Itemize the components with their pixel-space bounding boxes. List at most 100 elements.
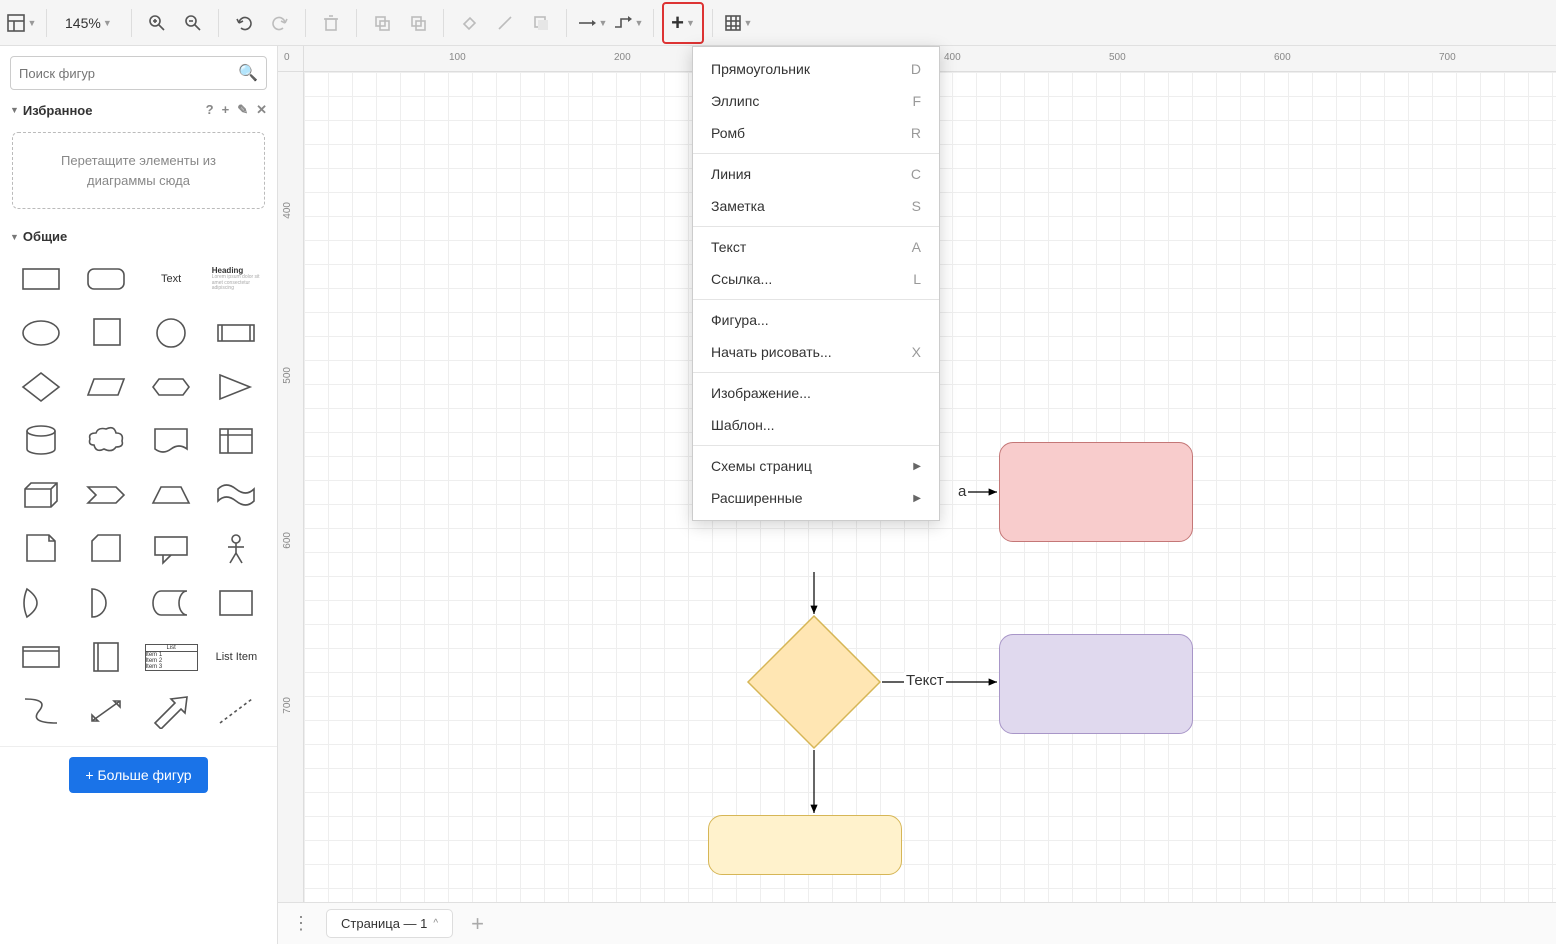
favorites-close-icon[interactable]: ✕ <box>256 102 267 118</box>
menu-item[interactable]: Схемы страниц▶ <box>693 450 939 482</box>
favorites-edit-icon[interactable]: ✎ <box>237 102 248 118</box>
shape-hexagon[interactable] <box>143 364 200 410</box>
line-color-button[interactable] <box>488 6 522 40</box>
search-icon[interactable]: 🔍 <box>238 63 258 83</box>
favorites-panel-header[interactable]: ▼ Избранное ? + ✎ ✕ <box>0 96 277 124</box>
menu-item[interactable]: ПрямоугольникD <box>693 53 939 85</box>
shape-rect[interactable] <box>12 256 69 302</box>
shape-cube[interactable] <box>12 472 69 518</box>
shape-cylinder[interactable] <box>12 418 69 464</box>
menu-item[interactable]: Ссылка...L <box>693 263 939 295</box>
menu-item[interactable]: Расширенные▶ <box>693 482 939 514</box>
shape-card[interactable] <box>77 526 134 572</box>
shape-actor[interactable] <box>208 526 265 572</box>
shape-swimlane-v[interactable] <box>77 634 134 680</box>
zoom-in-button[interactable] <box>140 6 174 40</box>
shadow-button[interactable] <box>524 6 558 40</box>
shape-cloud[interactable] <box>77 418 134 464</box>
shape-data-storage[interactable] <box>143 580 200 626</box>
list-item-label: List Item <box>216 651 258 663</box>
shape-process-rect[interactable] <box>208 310 265 356</box>
menu-shortcut: C <box>911 166 921 182</box>
ruler-tick: 500 <box>1109 52 1126 63</box>
table-button[interactable]: ▼ <box>721 6 755 40</box>
shape-search[interactable]: 🔍 <box>10 56 267 90</box>
shape-parallelogram[interactable] <box>77 364 134 410</box>
submenu-arrow-icon: ▶ <box>913 461 921 472</box>
favorites-help-icon[interactable]: ? <box>206 102 214 118</box>
shape-dashed-line[interactable] <box>208 688 265 734</box>
shape-list[interactable]: ListItem 1Item 2Item 3 <box>143 634 200 680</box>
shape-thick-arrow[interactable] <box>143 688 200 734</box>
menu-item[interactable]: ЗаметкаS <box>693 190 939 222</box>
shape-tape[interactable] <box>208 472 265 518</box>
shape-triangle[interactable] <box>208 364 265 410</box>
search-input[interactable] <box>19 66 238 81</box>
chevron-down-icon: ▼ <box>599 18 608 28</box>
shape-callout[interactable] <box>143 526 200 572</box>
menu-item-label: Ссылка... <box>711 271 772 287</box>
insert-shape-button[interactable]: + ▼ <box>666 6 700 40</box>
shape-document[interactable] <box>143 418 200 464</box>
diagram-node-yellow[interactable] <box>708 815 902 875</box>
shape-heading-text[interactable]: HeadingLorem ipsum dolor sit amet consec… <box>208 256 265 302</box>
chevron-up-icon: ^ <box>433 918 438 929</box>
shape-bidir-arrow[interactable] <box>77 688 134 734</box>
edge-label-a[interactable]: а <box>956 483 968 500</box>
shape-ellipse[interactable] <box>12 310 69 356</box>
collapse-icon: ▼ <box>10 232 19 242</box>
edge-label-text[interactable]: Текст <box>904 672 946 689</box>
menu-item[interactable]: Фигура... <box>693 304 939 336</box>
menu-item[interactable]: Шаблон... <box>693 409 939 441</box>
shape-step[interactable] <box>77 472 134 518</box>
shape-circle[interactable] <box>143 310 200 356</box>
shape-diamond[interactable] <box>12 364 69 410</box>
menu-item[interactable]: ЭллипсF <box>693 85 939 117</box>
zoom-out-button[interactable] <box>176 6 210 40</box>
general-panel-header[interactable]: ▼ Общие <box>0 223 277 250</box>
shape-swimlane-h[interactable] <box>12 634 69 680</box>
undo-button[interactable] <box>227 6 261 40</box>
page-tab-label: Страница — 1 <box>341 916 427 931</box>
menu-item[interactable]: ТекстA <box>693 231 939 263</box>
ruler-tick: 500 <box>282 367 293 384</box>
to-back-button[interactable] <box>401 6 435 40</box>
pages-menu-icon[interactable]: ⋮ <box>286 909 316 938</box>
general-title: Общие <box>23 229 67 244</box>
connection-style-button[interactable]: ▼ <box>575 6 609 40</box>
submenu-arrow-icon: ▶ <box>913 493 921 504</box>
view-layout-button[interactable]: ▼ <box>4 6 38 40</box>
fill-color-button[interactable] <box>452 6 486 40</box>
shape-note[interactable] <box>12 526 69 572</box>
more-shapes-button[interactable]: + Больше фигур <box>69 757 207 793</box>
menu-item[interactable]: РомбR <box>693 117 939 149</box>
menu-item[interactable]: Начать рисовать...X <box>693 336 939 368</box>
menu-item[interactable]: ЛинияC <box>693 158 939 190</box>
diagram-node-purple[interactable] <box>999 634 1193 734</box>
diagram-decision-diamond[interactable] <box>744 612 884 752</box>
diagram-node-pink[interactable] <box>999 442 1193 542</box>
delete-button[interactable] <box>314 6 348 40</box>
shape-trapezoid[interactable] <box>143 472 200 518</box>
shape-list-item[interactable]: List Item <box>208 634 265 680</box>
shape-container[interactable] <box>208 580 265 626</box>
chevron-down-icon: ▼ <box>635 18 644 28</box>
shape-text[interactable]: Text <box>143 256 200 302</box>
shape-curve[interactable] <box>12 688 69 734</box>
shape-internal-storage[interactable] <box>208 418 265 464</box>
redo-button[interactable] <box>263 6 297 40</box>
ruler-tick: 600 <box>1274 52 1291 63</box>
menu-shortcut: F <box>912 93 921 109</box>
add-page-button[interactable]: + <box>463 911 492 937</box>
page-tab-1[interactable]: Страница — 1 ^ <box>326 909 453 938</box>
waypoint-style-button[interactable]: ▼ <box>611 6 645 40</box>
zoom-level[interactable]: 145% ▼ <box>55 15 123 31</box>
shape-or[interactable] <box>12 580 69 626</box>
menu-item[interactable]: Изображение... <box>693 377 939 409</box>
to-front-button[interactable] <box>365 6 399 40</box>
shape-and[interactable] <box>77 580 134 626</box>
favorites-add-icon[interactable]: + <box>222 102 230 118</box>
shape-roundrect[interactable] <box>77 256 134 302</box>
shape-square[interactable] <box>77 310 134 356</box>
ruler-corner <box>278 46 304 72</box>
